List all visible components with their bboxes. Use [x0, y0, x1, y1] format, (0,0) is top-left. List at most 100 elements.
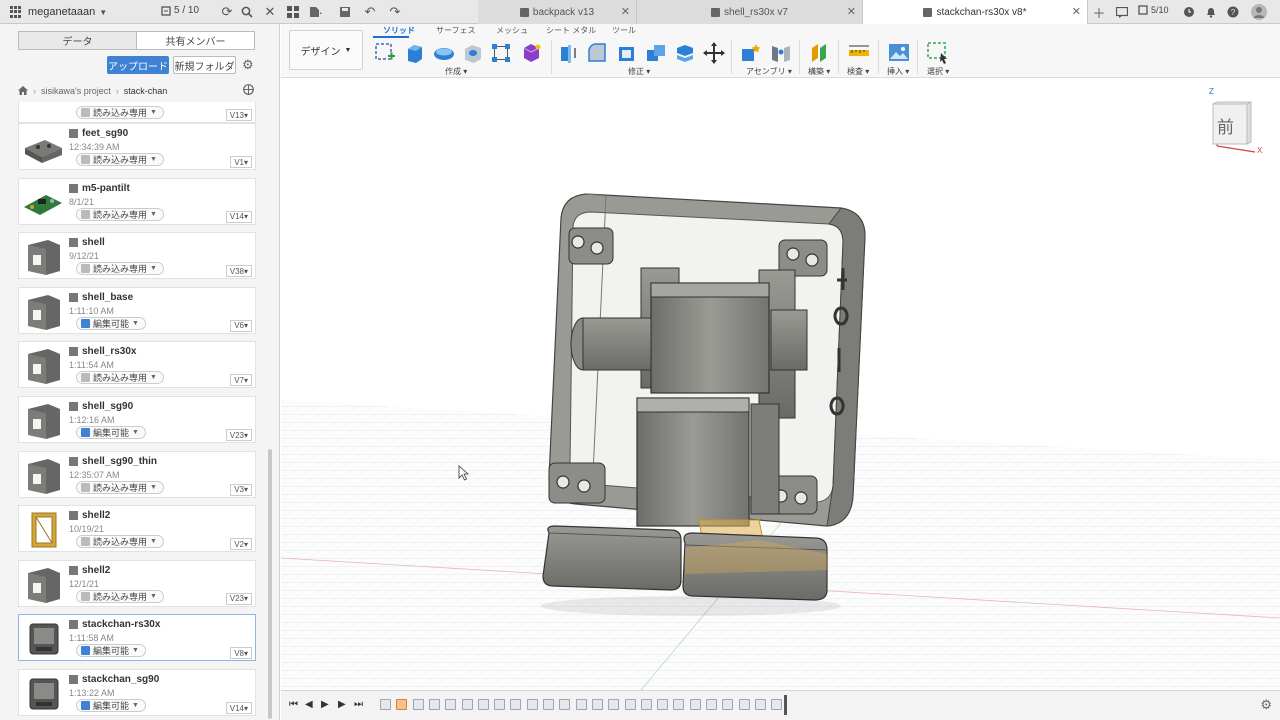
status-pill[interactable]: 編集可能 ▼ [76, 316, 146, 330]
timeline-feature-icon[interactable] [428, 699, 440, 710]
measure-icon[interactable] [848, 42, 869, 62]
status-pill[interactable]: 読み込み専用 ▼ [76, 153, 164, 166]
undo-icon[interactable]: ↶ [362, 4, 378, 20]
timeline-feature-icon[interactable] [510, 699, 522, 710]
timeline-feature-icon[interactable] [673, 699, 685, 710]
list-item[interactable]: shell_sg90 1:12:16 AM 編集可能 ▼ V23 ▾ [18, 396, 256, 443]
create-form-icon[interactable] [520, 42, 541, 62]
timeline-feature-icon[interactable] [624, 699, 636, 710]
file-name[interactable]: stackchan_sg90 [69, 674, 159, 685]
workspace-switcher[interactable]: デザイン ▼ [289, 30, 363, 70]
list-item[interactable]: stackchan-rs30x 1:11:58 AM 編集可能 ▼ V8 ▾ [18, 614, 256, 662]
timeline-feature-icon[interactable] [689, 699, 701, 710]
list-item[interactable]: shell2 12/1/21 読み込み専用 ▼ V23 ▾ [18, 559, 256, 607]
file-name[interactable]: m5-pantilt [69, 183, 130, 194]
select-icon[interactable] [927, 42, 947, 64]
file-menu-icon[interactable] [308, 4, 324, 20]
version-badge[interactable]: V3 ▾ [230, 483, 252, 496]
notifications-panel-icon[interactable] [1114, 4, 1130, 20]
list-item[interactable]: stackchan_sg90 1:13:22 AM 編集可能 ▼ V14 ▾ [18, 669, 256, 716]
create-group-label[interactable]: 作成 ▾ [445, 66, 467, 77]
file-thumbnail[interactable] [22, 237, 64, 276]
go-to-end-icon[interactable]: ⏭ [354, 699, 363, 710]
team-name[interactable]: meganetaaan [28, 6, 95, 18]
redo-icon[interactable]: ↷ [387, 4, 403, 20]
tab-tools[interactable]: ツール [612, 25, 636, 36]
timeline-feature-icon[interactable] [706, 699, 717, 710]
fillet-icon[interactable] [586, 42, 606, 62]
file-thumbnail[interactable] [22, 346, 64, 385]
view-cube-face-front[interactable]: 前 [1217, 113, 1234, 138]
file-thumbnail[interactable] [22, 128, 64, 167]
new-folder-button[interactable]: 新規フォルダ [173, 56, 236, 74]
list-item[interactable]: shell_base 1:11:10 AM 編集可能 ▼ V6 ▾ [18, 286, 256, 334]
close-tab-icon[interactable]: ✕ [1072, 5, 1081, 18]
timeline-feature-icon[interactable] [543, 699, 554, 710]
file-name[interactable]: shell2 [69, 510, 110, 521]
timeline-feature-icon[interactable] [477, 699, 489, 710]
timeline-feature-icon[interactable] [445, 699, 457, 710]
search-icon[interactable] [239, 4, 255, 20]
file-name[interactable]: stackchan-rs30x [69, 619, 160, 630]
version-badge[interactable]: V23 ▾ [225, 429, 252, 441]
timeline-feature-icon[interactable] [657, 699, 669, 710]
file-name[interactable]: shell2 [69, 565, 110, 576]
upload-button[interactable]: アップロード [107, 56, 169, 74]
timeline-feature-icon[interactable] [754, 699, 766, 710]
create-sketch-icon[interactable] [374, 42, 395, 62]
panel-scrollbar[interactable] [268, 449, 272, 719]
timeline-feature-icon[interactable] [396, 699, 408, 710]
timeline-settings-icon[interactable]: ⚙ [1260, 697, 1272, 713]
split-body-icon[interactable] [674, 42, 694, 62]
breadcrumb-project[interactable]: sisikawa's project [41, 86, 111, 96]
app-grid-icon[interactable] [10, 6, 22, 18]
file-thumbnail[interactable] [22, 401, 64, 440]
list-item[interactable]: shell_sg90_thin 12:35:07 AM 読み込み専用 ▼ V3 ▾ [18, 450, 256, 498]
timeline-feature-icon[interactable] [526, 699, 538, 710]
tab-solid[interactable]: ソリッド [383, 25, 415, 36]
file-thumbnail[interactable] [22, 674, 64, 713]
tab-surface[interactable]: サーフェス [436, 25, 476, 36]
file-thumbnail[interactable] [22, 183, 64, 222]
status-pill[interactable]: 読み込み専用 ▼ [76, 480, 164, 494]
tab-stackchan-rs30x[interactable]: stackchan-rs30x v8* ✕ [863, 0, 1088, 24]
version-badge[interactable]: V2 ▾ [230, 538, 252, 551]
extrude-icon[interactable] [404, 42, 424, 63]
file-name[interactable]: shell_base [69, 292, 133, 303]
list-item[interactable]: shell_rs30x 1:11:54 AM 読み込み専用 ▼ V7 ▾ [18, 341, 256, 389]
timeline-feature-icon[interactable] [494, 699, 506, 710]
version-badge[interactable]: V38 ▾ [225, 265, 252, 278]
status-pill[interactable]: 読み込み専用 ▼ [76, 106, 164, 119]
press-pull-icon[interactable] [558, 42, 578, 63]
status-pill[interactable]: 読み込み専用 ▼ [76, 207, 164, 221]
list-item[interactable]: feet_sg90 12:34:39 AM 読み込み専用 ▼ V1 ▾ [18, 123, 256, 170]
status-pill[interactable]: 読み込み専用 ▼ [76, 589, 164, 603]
refresh-icon[interactable]: ⟳ [219, 4, 235, 20]
insert-image-icon[interactable] [888, 42, 909, 62]
step-forward-icon[interactable]: ▶ [338, 699, 346, 710]
construct-group-label[interactable]: 構築 ▾ [808, 66, 830, 77]
tab-members[interactable]: 共有メンバー [137, 32, 254, 49]
timeline-feature-icon[interactable] [738, 699, 750, 710]
play-icon[interactable]: ▶ [321, 699, 329, 710]
rectangular-pattern-icon[interactable] [490, 42, 510, 62]
combine-icon[interactable] [645, 42, 665, 62]
status-pill[interactable]: 編集可能 ▼ [76, 426, 146, 439]
tab-backpack[interactable]: backpack v13 ✕ [478, 0, 637, 24]
timeline-feature-icon[interactable] [461, 699, 473, 710]
hole-icon[interactable] [462, 42, 482, 63]
file-thumbnail[interactable] [22, 565, 64, 604]
file-name[interactable]: feet_sg90 [69, 128, 128, 139]
timeline-feature-icon[interactable] [559, 699, 571, 710]
select-group-label[interactable]: 選択 ▾ [927, 66, 949, 77]
go-to-start-icon[interactable]: ⏮ [289, 699, 298, 710]
status-pill[interactable]: 読み込み専用 ▼ [76, 262, 164, 276]
tab-sheet-metal[interactable]: シート メタル [546, 25, 596, 36]
offset-plane-icon[interactable] [809, 42, 829, 62]
view-cube[interactable]: 前 Z X [1205, 87, 1269, 156]
globe-icon[interactable] [243, 84, 254, 98]
status-pill[interactable]: 編集可能 ▼ [76, 699, 146, 712]
file-thumbnail[interactable] [22, 510, 64, 549]
home-icon[interactable] [18, 85, 28, 97]
file-name[interactable]: shell [69, 237, 105, 248]
